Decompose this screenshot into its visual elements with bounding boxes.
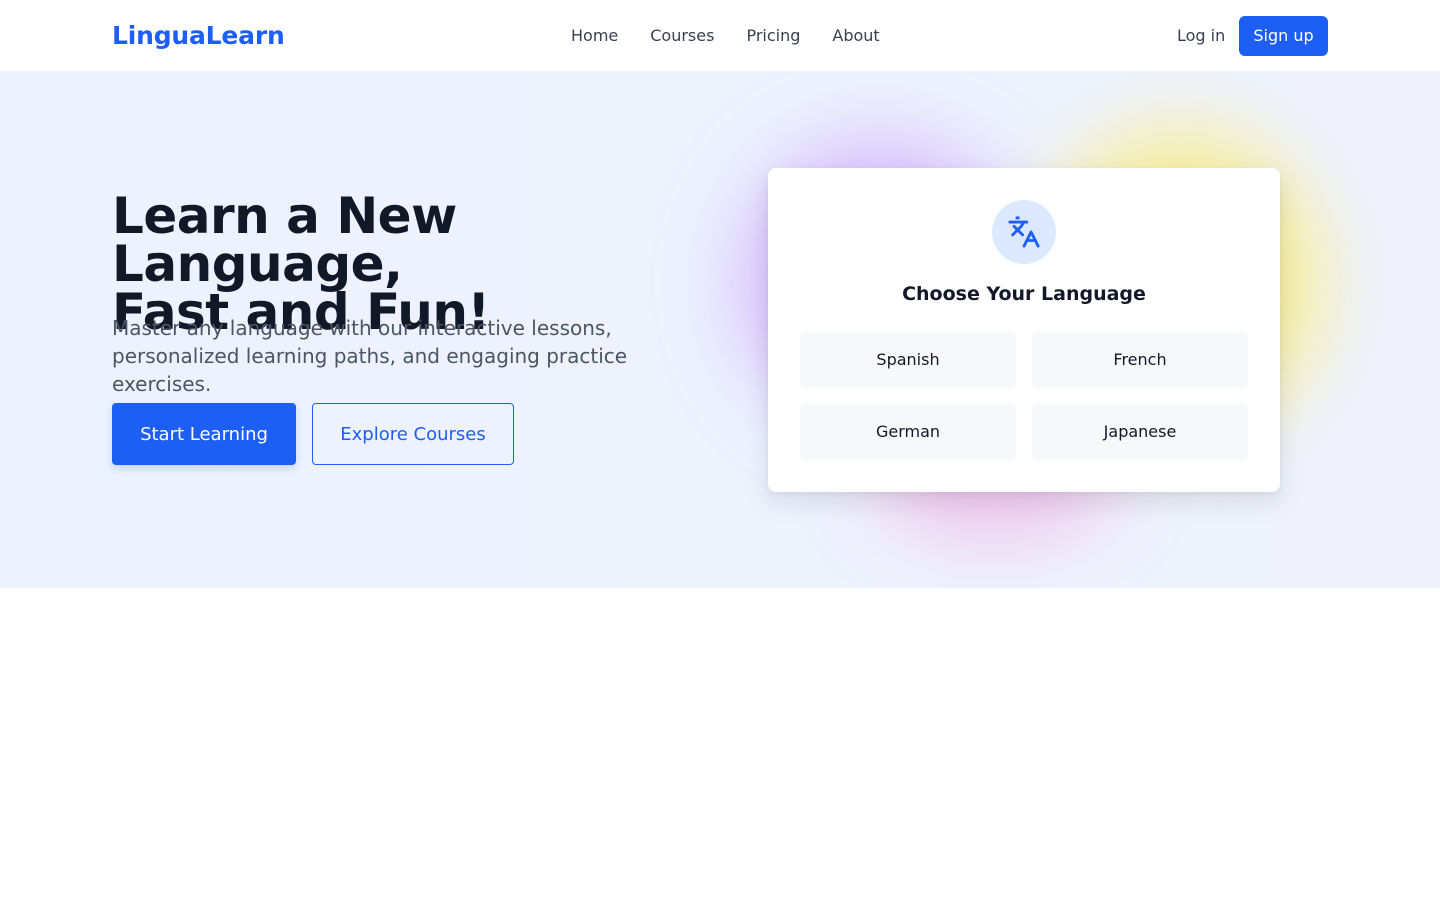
site-header: LinguaLearn Home Courses Pricing About L…: [0, 0, 1440, 72]
signup-button[interactable]: Sign up: [1239, 16, 1328, 56]
nav-item-courses[interactable]: Courses: [650, 24, 714, 48]
card-title: Choose Your Language: [902, 283, 1146, 305]
nav-item-home[interactable]: Home: [571, 24, 618, 48]
login-link[interactable]: Log in: [1177, 24, 1225, 48]
main-nav: Home Courses Pricing About: [571, 24, 880, 48]
nav-item-pricing[interactable]: Pricing: [746, 24, 800, 48]
language-option-french[interactable]: French: [1032, 332, 1248, 388]
start-learning-button[interactable]: Start Learning: [112, 403, 296, 465]
explore-courses-button[interactable]: Explore Courses: [312, 403, 514, 465]
language-picker-card: Choose Your Language Spanish French Germ…: [768, 168, 1280, 492]
translate-icon: [992, 200, 1056, 264]
hero-title-line-1: Learn a New Language,: [112, 187, 457, 293]
nav-item-about[interactable]: About: [832, 24, 879, 48]
brand-logo[interactable]: LinguaLearn: [112, 18, 285, 54]
language-option-spanish[interactable]: Spanish: [800, 332, 1016, 388]
hero-subtitle: Master any language with our interactive…: [112, 316, 628, 396]
language-option-japanese[interactable]: Japanese: [1032, 404, 1248, 460]
hero-section: Learn a New Language, Fast and Fun! Mast…: [0, 72, 1440, 588]
language-option-german[interactable]: German: [800, 404, 1016, 460]
